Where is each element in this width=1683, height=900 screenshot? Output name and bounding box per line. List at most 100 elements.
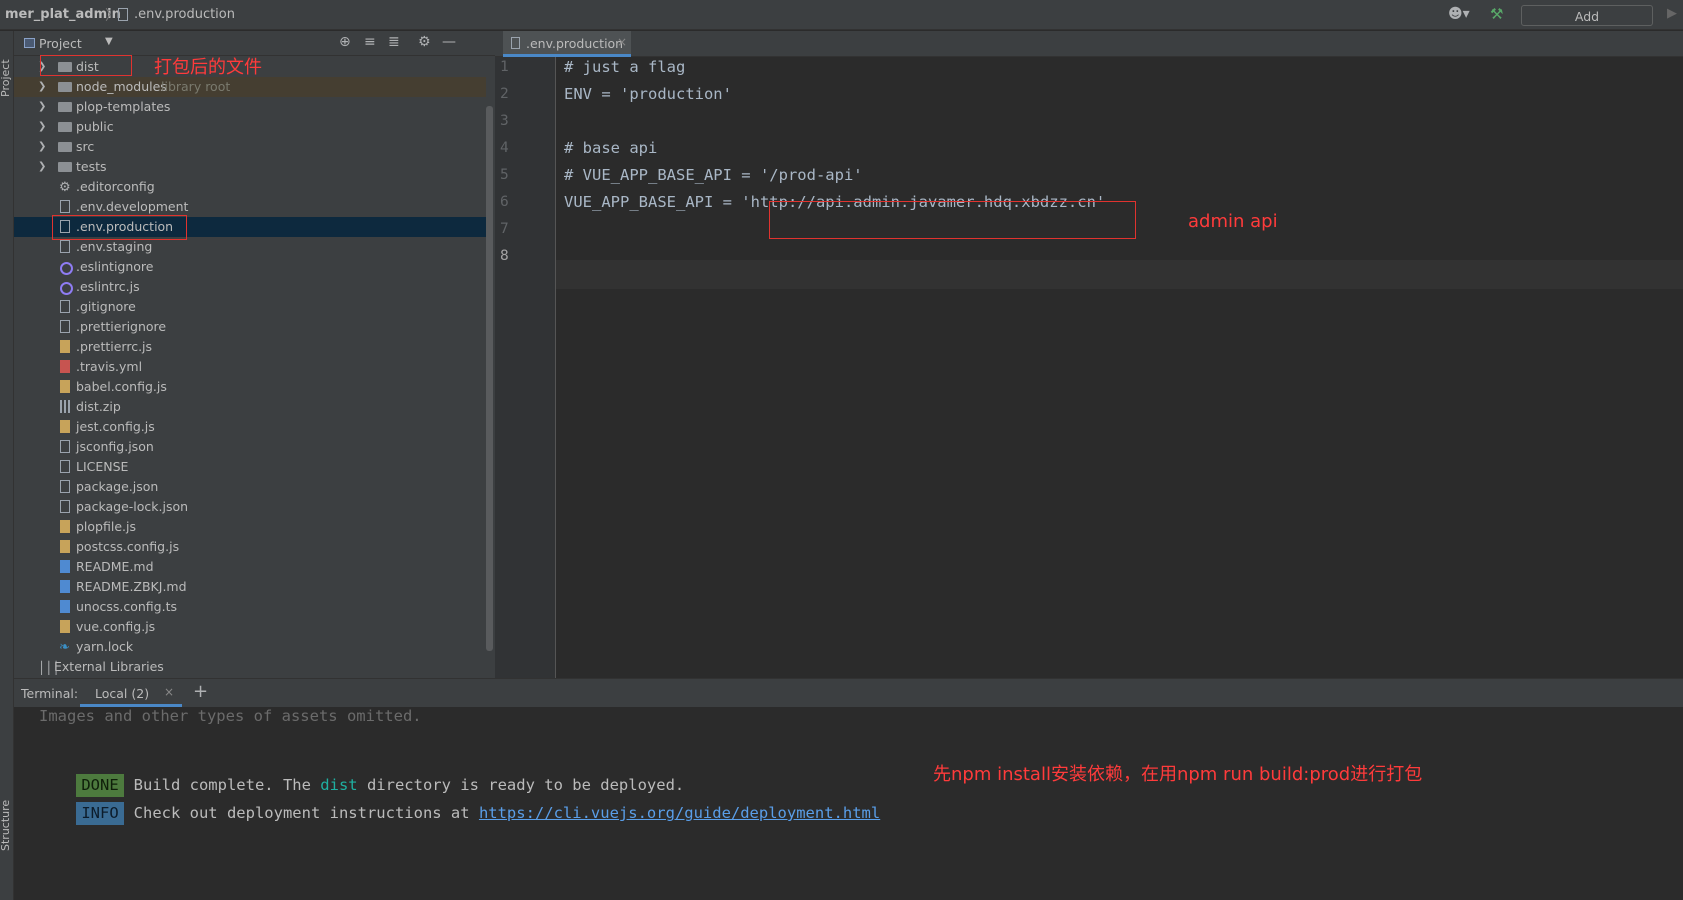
- code-editor[interactable]: # just a flag ENV = 'production' # base ap…: [556, 57, 1683, 678]
- run-icon[interactable]: ▶: [1667, 6, 1677, 21]
- tree-item[interactable]: dist.zip: [14, 397, 486, 417]
- folder-icon: [58, 102, 72, 112]
- tab-env-production[interactable]: .env.production ×: [503, 31, 631, 57]
- tree-item-label: node_modules: [76, 79, 167, 94]
- dist-highlight-box: [40, 55, 132, 76]
- tree-item-label: .editorconfig: [76, 179, 155, 194]
- tree-item-label: LICENSE: [76, 459, 129, 474]
- code-line: # VUE_APP_BASE_API = '/prod-api': [564, 166, 863, 184]
- tree-item-label: plopfile.js: [76, 519, 136, 534]
- tab-local-terminal[interactable]: Local (2) ×: [80, 679, 182, 707]
- breadcrumb-project[interactable]: mer_plat_admin: [5, 7, 121, 22]
- tree-item-label: vue.config.js: [76, 619, 156, 634]
- tree-item-label: unocss.config.ts: [76, 599, 178, 614]
- hide-icon[interactable]: —: [442, 34, 456, 50]
- structure-tool-tab[interactable]: Structure: [0, 800, 12, 851]
- chevron-right-icon[interactable]: ❯: [38, 77, 46, 97]
- file-icon: [118, 8, 128, 21]
- tree-item[interactable]: .env.staging: [14, 237, 486, 257]
- project-tool-tab[interactable]: Project: [0, 59, 12, 97]
- gear-icon[interactable]: ⚙: [418, 34, 431, 50]
- file-icon: [60, 320, 70, 333]
- breadcrumb-separator: 〉: [105, 8, 119, 24]
- left-tool-stripe: Project Structure: [0, 31, 14, 900]
- tree-item[interactable]: babel.config.js: [14, 377, 486, 397]
- tree-item[interactable]: .gitignore: [14, 297, 486, 317]
- breadcrumb-file[interactable]: .env.production: [134, 7, 235, 22]
- tree-item[interactable]: ❧ yarn.lock: [14, 637, 486, 657]
- tree-item-label: .eslintignore: [76, 259, 154, 274]
- add-configuration-button[interactable]: Add Configuration...: [1521, 5, 1653, 44]
- tree-item[interactable]: ❯ node_modules library root: [14, 77, 486, 97]
- markdown-file-icon: [60, 600, 70, 613]
- code-line: # base api: [564, 139, 658, 157]
- tree-scrollbar[interactable]: [486, 106, 493, 651]
- file-icon: [60, 460, 70, 473]
- project-panel-title[interactable]: Project: [39, 36, 82, 51]
- chevron-right-icon[interactable]: ❯: [38, 137, 46, 157]
- tree-item[interactable]: unocss.config.ts: [14, 597, 486, 617]
- line-number: 1: [500, 59, 509, 75]
- line-number: 3: [500, 113, 509, 129]
- new-terminal-icon[interactable]: +: [193, 681, 208, 702]
- folder-icon: [58, 82, 72, 92]
- tree-item[interactable]: package-lock.json: [14, 497, 486, 517]
- user-icon[interactable]: ☻▾: [1448, 6, 1470, 22]
- deployment-link[interactable]: https://cli.vuejs.org/guide/deployment.h…: [479, 804, 880, 822]
- tab-label: .env.production: [526, 36, 624, 51]
- line-number-gutter: 1 2 3 4 5 6 7 8: [495, 57, 556, 678]
- tree-item[interactable]: ⚙ .editorconfig: [14, 177, 486, 197]
- chevron-right-icon[interactable]: ❯: [38, 97, 46, 117]
- tree-item[interactable]: package.json: [14, 477, 486, 497]
- tree-item[interactable]: jsconfig.json: [14, 437, 486, 457]
- project-tree: ❯ dist ❯ node_modules library root ❯ plop-temp…: [14, 57, 486, 677]
- tree-item-label: src: [76, 139, 95, 154]
- tree-item[interactable]: ❯ plop-templates: [14, 97, 486, 117]
- locate-icon[interactable]: ⊕: [339, 34, 351, 50]
- api-url-highlight-box: [769, 201, 1136, 239]
- tree-item[interactable]: .env.development: [14, 197, 486, 217]
- tree-item-label: .gitignore: [76, 299, 136, 314]
- expand-all-icon[interactable]: ≡: [364, 34, 376, 50]
- info-badge: INFO: [76, 802, 124, 825]
- tree-item[interactable]: jest.config.js: [14, 417, 486, 437]
- tree-item[interactable]: plopfile.js: [14, 517, 486, 537]
- close-icon[interactable]: ×: [617, 35, 627, 49]
- chevron-right-icon[interactable]: ❯: [38, 157, 46, 177]
- tree-item-label: .prettierignore: [76, 319, 167, 334]
- tree-item[interactable]: vue.config.js: [14, 617, 486, 637]
- yarn-icon: ❧: [59, 640, 70, 655]
- chevron-right-icon[interactable]: ❯: [38, 117, 46, 137]
- tree-item[interactable]: │││ External Libraries: [14, 657, 486, 677]
- tree-item[interactable]: ❯ public: [14, 117, 486, 137]
- tree-item[interactable]: .eslintignore: [14, 257, 486, 277]
- chevron-down-icon[interactable]: ▼: [105, 36, 113, 47]
- tree-item[interactable]: LICENSE: [14, 457, 486, 477]
- tree-item[interactable]: .travis.yml: [14, 357, 486, 377]
- build-instructions-annotation: 先npm install安装依赖，在用npm run build:prod进行打…: [933, 764, 1423, 785]
- file-icon: [511, 37, 520, 49]
- tree-item[interactable]: ❯ tests: [14, 157, 486, 177]
- tree-item[interactable]: postcss.config.js: [14, 537, 486, 557]
- build-hammer-icon[interactable]: ⚒: [1490, 5, 1503, 23]
- api-annotation: admin api: [1188, 211, 1278, 232]
- collapse-all-icon[interactable]: ≣: [388, 34, 400, 50]
- line-number: 6: [500, 194, 509, 210]
- tree-item[interactable]: README.ZBKJ.md: [14, 577, 486, 597]
- tree-item-label: yarn.lock: [76, 639, 134, 654]
- tree-item[interactable]: .prettierrc.js: [14, 337, 486, 357]
- terminal-label: Terminal:: [21, 686, 79, 701]
- tree-item[interactable]: README.md: [14, 557, 486, 577]
- close-icon[interactable]: ×: [164, 685, 174, 699]
- tree-item[interactable]: ❯ src: [14, 137, 486, 157]
- tree-item[interactable]: .eslintrc.js: [14, 277, 486, 297]
- code-line: ENV = 'production': [564, 85, 732, 103]
- tree-item-label: .travis.yml: [76, 359, 143, 374]
- terminal-output[interactable]: Images and other types of assets omitted…: [14, 707, 1683, 900]
- eslint-icon: [60, 262, 73, 275]
- tree-item[interactable]: .prettierignore: [14, 317, 486, 337]
- tree-item-hint: library root: [161, 79, 231, 94]
- javascript-file-icon: [60, 620, 70, 633]
- file-icon: [60, 500, 70, 513]
- tree-item-label: dist.zip: [76, 399, 121, 414]
